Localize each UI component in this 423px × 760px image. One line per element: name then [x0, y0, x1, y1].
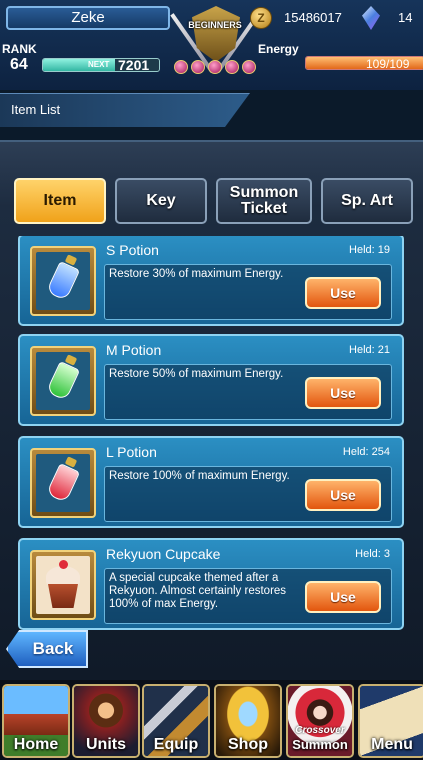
red-potion-icon: [30, 448, 96, 518]
next-exp-value: 7201: [118, 57, 150, 73]
item-description: Restore 50% of maximum Energy.: [109, 368, 284, 380]
nav-label: Equip: [153, 736, 199, 753]
player-name: Zeke: [6, 6, 170, 30]
item-name: Rekyuon Cupcake: [106, 546, 221, 562]
gem-icon: [242, 60, 256, 74]
item-description: Restore 30% of maximum Energy.: [109, 268, 284, 280]
item-name: L Potion: [106, 444, 157, 460]
nav-summon[interactable]: Crossover Summon: [286, 684, 354, 758]
gem-icon: [225, 60, 239, 74]
item-held-count: Held: 254: [342, 446, 390, 458]
list-item: M Potion Held: 21 Restore 50% of maximum…: [18, 334, 404, 426]
nav-label: Home: [13, 736, 59, 753]
nav-home[interactable]: Home: [2, 684, 70, 758]
tab-summon-ticket[interactable]: Summon Ticket: [216, 178, 312, 224]
item-held-count: Held: 19: [349, 244, 390, 256]
tab-key[interactable]: Key: [115, 178, 207, 224]
item-name: M Potion: [106, 342, 162, 358]
back-button[interactable]: Back: [6, 630, 88, 668]
nav-menu[interactable]: Menu: [358, 684, 423, 758]
cupcake-icon: [30, 550, 96, 620]
energy-label: Energy: [258, 42, 299, 56]
gem-icon: [208, 60, 222, 74]
emblem-label: BEGINNERS: [188, 20, 242, 30]
use-button[interactable]: Use: [305, 479, 381, 511]
rank-value: 64: [10, 56, 28, 73]
item-held-count: Held: 3: [355, 548, 390, 560]
item-held-count: Held: 21: [349, 344, 390, 356]
gold-coin-icon: Z: [250, 7, 272, 29]
item-list[interactable]: S Potion Held: 19 Restore 30% of maximum…: [18, 236, 404, 640]
rank-label: RANK: [2, 42, 37, 56]
beginners-crest-icon[interactable]: BEGINNERS: [170, 2, 260, 82]
page-title: Item List: [11, 102, 61, 117]
use-button[interactable]: Use: [305, 581, 381, 613]
nav-shop[interactable]: Shop: [214, 684, 282, 758]
nav-label: Units: [86, 736, 126, 753]
nav-label: Menu: [371, 736, 413, 753]
tab-item[interactable]: Item: [14, 178, 106, 224]
energy-gems: [174, 60, 260, 74]
next-label: NEXT: [88, 60, 110, 69]
green-potion-icon: [30, 346, 96, 416]
gem-icon: [191, 60, 205, 74]
category-tabs: Item Key Summon Ticket Sp. Art: [14, 178, 414, 226]
list-item: Rekyuon Cupcake Held: 3 A special cupcak…: [18, 538, 404, 630]
list-item: L Potion Held: 254 Restore 100% of maxim…: [18, 436, 404, 528]
list-item: S Potion Held: 19 Restore 30% of maximum…: [18, 236, 404, 326]
crystal-value: 14: [398, 10, 413, 25]
nav-sublabel: Crossover: [295, 725, 345, 736]
gold-value: 15486017: [284, 10, 342, 25]
blue-potion-icon: [30, 246, 96, 316]
use-button[interactable]: Use: [305, 277, 381, 309]
use-button[interactable]: Use: [305, 377, 381, 409]
energy-value: 109/109: [366, 57, 410, 71]
tab-sp-art[interactable]: Sp. Art: [321, 178, 413, 224]
nav-units[interactable]: Units: [72, 684, 140, 758]
item-description: A special cupcake themed after a Rekyuon…: [109, 572, 287, 610]
item-name: S Potion: [106, 242, 159, 258]
gem-icon: [174, 60, 188, 74]
item-description: Restore 100% of maximum Energy.: [109, 470, 290, 482]
nav-label: Summon: [292, 737, 348, 752]
nav-equip[interactable]: Equip: [142, 684, 210, 758]
nav-label: Shop: [228, 736, 268, 753]
